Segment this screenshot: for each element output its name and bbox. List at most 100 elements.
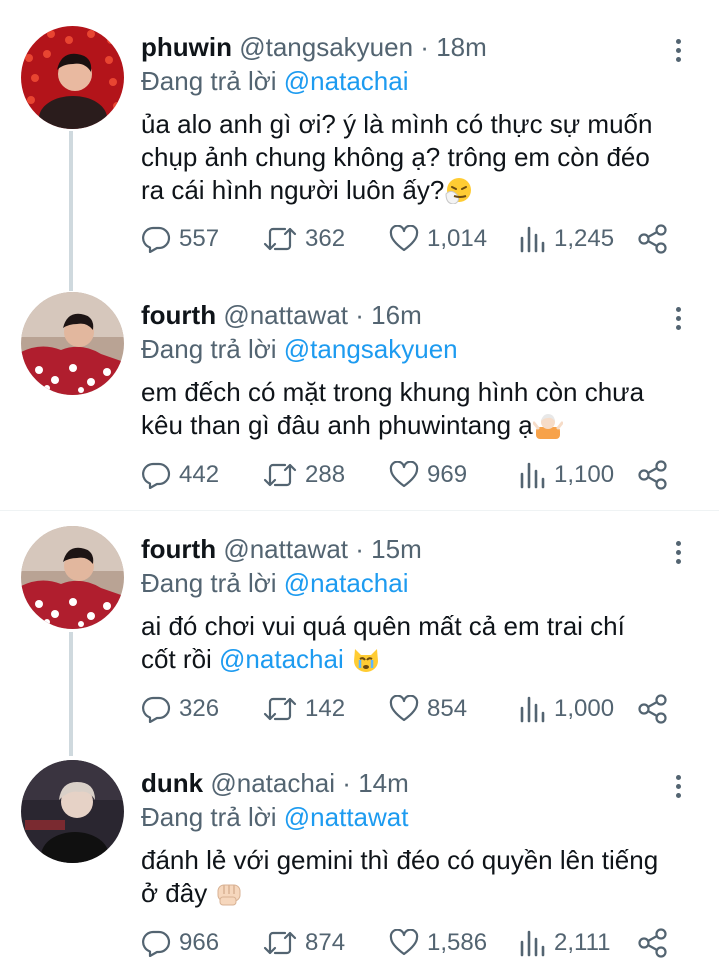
username[interactable]: @natachai (210, 768, 335, 798)
like-count: 969 (427, 461, 468, 488)
replying-to: Đang trả lời @tangsakyuen (141, 332, 458, 366)
share-icon (638, 460, 667, 490)
analytics-icon (520, 462, 545, 489)
replying-to-label: Đang trả lời (141, 334, 284, 364)
reply-button[interactable]: 442 (141, 458, 219, 492)
tweet-actions: 442 288 969 1,100 (141, 458, 701, 492)
retweet-button[interactable]: 142 (263, 692, 345, 726)
heart-icon (389, 695, 419, 722)
reply-button[interactable]: 557 (141, 222, 219, 256)
share-button[interactable] (637, 222, 669, 256)
tweet-header: dunk @natachai · 14m (141, 766, 409, 800)
separator-dot: · (355, 534, 364, 564)
like-count: 854 (427, 695, 468, 722)
like-button[interactable]: 1,014 (389, 222, 487, 256)
replying-to-label: Đang trả lời (141, 66, 284, 96)
views-button[interactable]: 1,100 (518, 458, 614, 492)
tweet-text-line: em đếch có mặt trong khung hình còn chưa (141, 377, 645, 407)
reply-icon (142, 696, 171, 723)
raised-fist-emoji-icon (217, 884, 241, 906)
more-options-icon[interactable] (664, 538, 692, 570)
tweet[interactable]: dunk @natachai · 14m Đang trả lời @natta… (0, 758, 719, 969)
like-button[interactable]: 969 (389, 458, 467, 492)
like-button[interactable]: 1,586 (389, 926, 487, 960)
retweet-icon (263, 931, 297, 955)
retweet-button[interactable]: 874 (263, 926, 345, 960)
heart-icon (389, 225, 419, 252)
replying-to: Đang trả lời @natachai (141, 64, 408, 98)
display-name[interactable]: dunk (141, 768, 203, 798)
view-count: 2,111 (554, 929, 611, 956)
separator-dot: · (355, 300, 364, 330)
retweet-count: 142 (305, 695, 346, 722)
tweet-mention[interactable]: @natachai (219, 644, 344, 674)
reply-icon (142, 226, 171, 253)
crying-cat-emoji-icon (353, 649, 378, 672)
more-options-icon[interactable] (664, 772, 692, 804)
replying-to-label: Đang trả lời (141, 802, 284, 832)
avatar[interactable] (21, 526, 124, 629)
more-options-icon[interactable] (664, 304, 692, 336)
retweet-count: 362 (305, 225, 346, 252)
tweet-text-line: ủa alo anh gì ơi? ý là mình có thực sự m… (141, 109, 653, 139)
avatar[interactable] (21, 292, 124, 395)
view-count: 1,000 (554, 695, 615, 722)
tweet[interactable]: fourth @nattawat · 16m Đang trả lời @tan… (0, 290, 719, 510)
tweet-header: fourth @nattawat · 15m (141, 532, 422, 566)
reply-button[interactable]: 966 (141, 926, 219, 960)
tweet-text-line: ở đây (141, 878, 215, 908)
timestamp[interactable]: 14m (358, 768, 409, 798)
views-button[interactable]: 1,245 (518, 222, 614, 256)
share-button[interactable] (637, 692, 669, 726)
replying-to-mention[interactable]: @nattawat (284, 802, 409, 832)
retweet-count: 874 (305, 929, 346, 956)
retweet-button[interactable]: 362 (263, 222, 345, 256)
retweet-icon (263, 697, 297, 721)
share-icon (638, 224, 667, 254)
retweet-button[interactable]: 288 (263, 458, 345, 492)
timestamp[interactable]: 18m (436, 32, 487, 62)
username[interactable]: @nattawat (223, 300, 348, 330)
more-options-icon[interactable] (664, 36, 692, 68)
reply-button[interactable]: 326 (141, 692, 219, 726)
separator-dot: · (420, 32, 429, 62)
tweet[interactable]: phuwin @tangsakyuen · 18m Đang trả lời @… (0, 22, 719, 282)
replying-to-label: Đang trả lời (141, 568, 284, 598)
display-name[interactable]: phuwin (141, 32, 232, 62)
views-button[interactable]: 1,000 (518, 692, 614, 726)
share-button[interactable] (637, 458, 669, 492)
avatar[interactable] (21, 26, 124, 129)
timestamp[interactable]: 15m (371, 534, 422, 564)
tweet[interactable]: fourth @nattawat · 15m Đang trả lời @nat… (0, 524, 719, 744)
view-count: 1,245 (554, 225, 615, 252)
heart-icon (389, 929, 419, 956)
tweet-header: fourth @nattawat · 16m (141, 298, 422, 332)
tweet-actions: 326 142 854 1,000 (141, 692, 701, 726)
replying-to-mention[interactable]: @natachai (284, 66, 409, 96)
reply-icon (142, 462, 171, 489)
like-count: 1,586 (427, 929, 488, 956)
share-button[interactable] (637, 926, 669, 960)
like-button[interactable]: 854 (389, 692, 467, 726)
reply-count: 557 (179, 225, 220, 252)
analytics-icon (520, 226, 545, 253)
avatar[interactable] (21, 760, 124, 863)
display-name[interactable]: fourth (141, 534, 216, 564)
username[interactable]: @tangsakyuen (239, 32, 413, 62)
analytics-icon (520, 696, 545, 723)
tweet-header: phuwin @tangsakyuen · 18m (141, 30, 487, 64)
username[interactable]: @nattawat (223, 534, 348, 564)
replying-to-mention[interactable]: @tangsakyuen (284, 334, 458, 364)
sneezing-face-emoji-icon (445, 178, 472, 204)
reply-count: 966 (179, 929, 220, 956)
retweet-count: 288 (305, 461, 346, 488)
views-button[interactable]: 2,111 (518, 926, 611, 960)
heart-icon (389, 461, 419, 488)
tweet-text-line: ra cái hình người luôn ấy? (141, 175, 445, 205)
tweet-text-line: kêu than gì đâu anh phuwintang ạ (141, 410, 533, 440)
display-name[interactable]: fourth (141, 300, 216, 330)
tweet-text-line: đánh lẻ với gemini thì đéo có quyền lên … (141, 845, 659, 875)
replying-to-mention[interactable]: @natachai (284, 568, 409, 598)
tweet-actions: 557 362 1,014 1,245 (141, 222, 701, 256)
timestamp[interactable]: 16m (371, 300, 422, 330)
